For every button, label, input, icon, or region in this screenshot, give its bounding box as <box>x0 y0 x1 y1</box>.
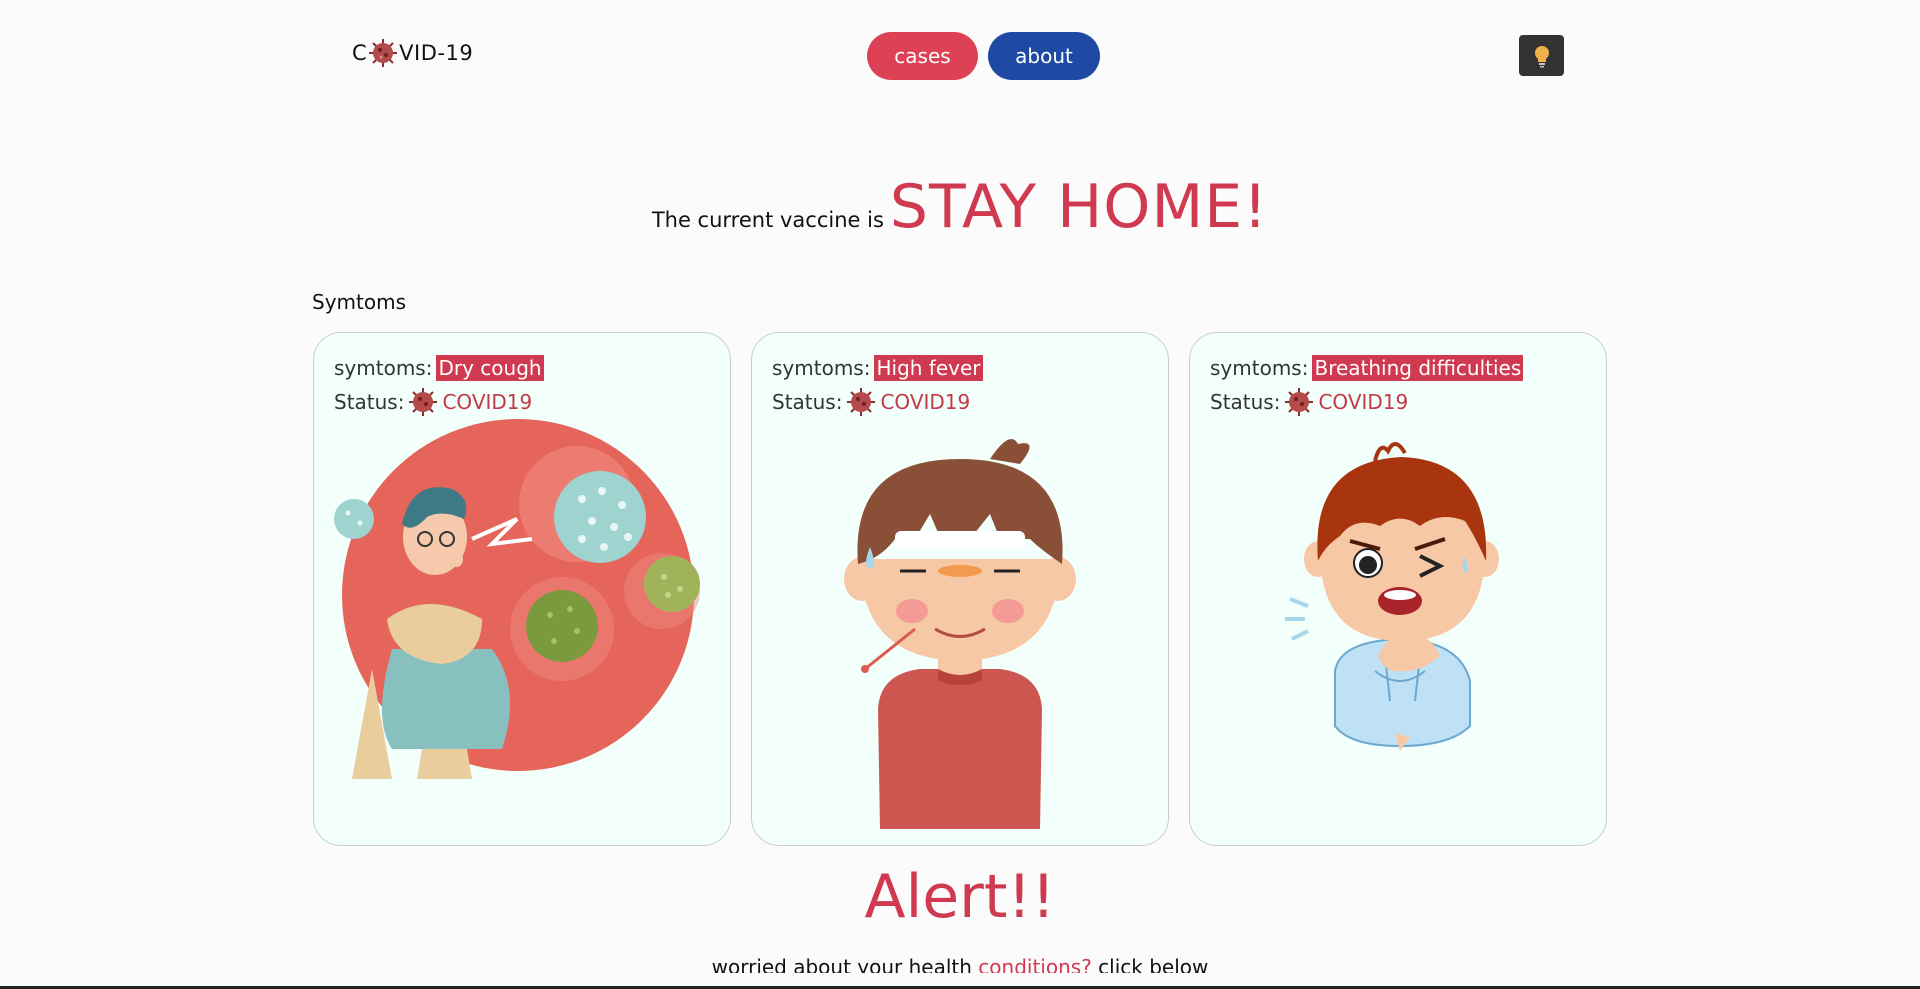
dry-cough-illustration <box>334 419 700 779</box>
status-label: Status: <box>772 390 843 414</box>
status-value: COVID19 <box>442 390 533 414</box>
symptoms-section-title: Symtoms <box>312 290 406 314</box>
symptom-row: symtoms: Breathing difficulties <box>1210 355 1524 381</box>
symptom-card-high-fever: symtoms: High fever Status: COVID19 <box>751 332 1169 846</box>
alert-heading: Alert!! <box>864 862 1056 932</box>
breathing-difficulties-illustration <box>1285 442 1499 751</box>
coronavirus-icon <box>1285 388 1314 416</box>
coronavirus-icon <box>409 388 438 416</box>
hero-headline: STAY HOME! <box>889 172 1269 242</box>
theme-toggle-button[interactable] <box>1519 35 1564 76</box>
status-value: COVID19 <box>880 390 971 414</box>
logo-text-prefix: C <box>352 41 368 65</box>
status-row: Status: COVID19 <box>772 387 970 417</box>
symptom-value: Dry cough <box>436 355 544 381</box>
symptom-row: symtoms: High fever <box>772 355 983 381</box>
symptom-value: High fever <box>874 355 983 381</box>
site-logo[interactable]: C VID-19 <box>352 38 473 68</box>
status-label: Status: <box>1210 390 1281 414</box>
viewport-bottom-edge <box>0 973 1920 989</box>
coronavirus-icon <box>369 39 398 67</box>
hero-banner: The current vaccine is STAY HOME! <box>0 172 1920 242</box>
status-row: Status: COVID19 <box>334 387 532 417</box>
symptom-label: symtoms: <box>772 356 871 380</box>
cases-button[interactable]: cases <box>867 32 978 80</box>
symptom-card-dry-cough: symtoms: Dry cough Status: COVID19 <box>313 332 731 846</box>
status-value: COVID19 <box>1318 390 1409 414</box>
lightbulb-icon <box>1534 45 1549 67</box>
high-fever-illustration <box>844 439 1076 829</box>
logo-text-suffix: VID-19 <box>399 41 474 65</box>
status-label: Status: <box>334 390 405 414</box>
symptom-label: symtoms: <box>334 356 433 380</box>
symptom-row: symtoms: Dry cough <box>334 355 544 381</box>
main-nav: cases about <box>867 32 1100 80</box>
status-row: Status: COVID19 <box>1210 387 1408 417</box>
hero-lead-text: The current vaccine is <box>651 208 884 232</box>
symptom-card-breathing-difficulties: symtoms: Breathing difficulties Status: … <box>1189 332 1607 846</box>
about-button[interactable]: about <box>988 32 1100 80</box>
coronavirus-icon <box>847 388 876 416</box>
symptom-label: symtoms: <box>1210 356 1309 380</box>
symptom-value: Breathing difficulties <box>1312 355 1524 381</box>
